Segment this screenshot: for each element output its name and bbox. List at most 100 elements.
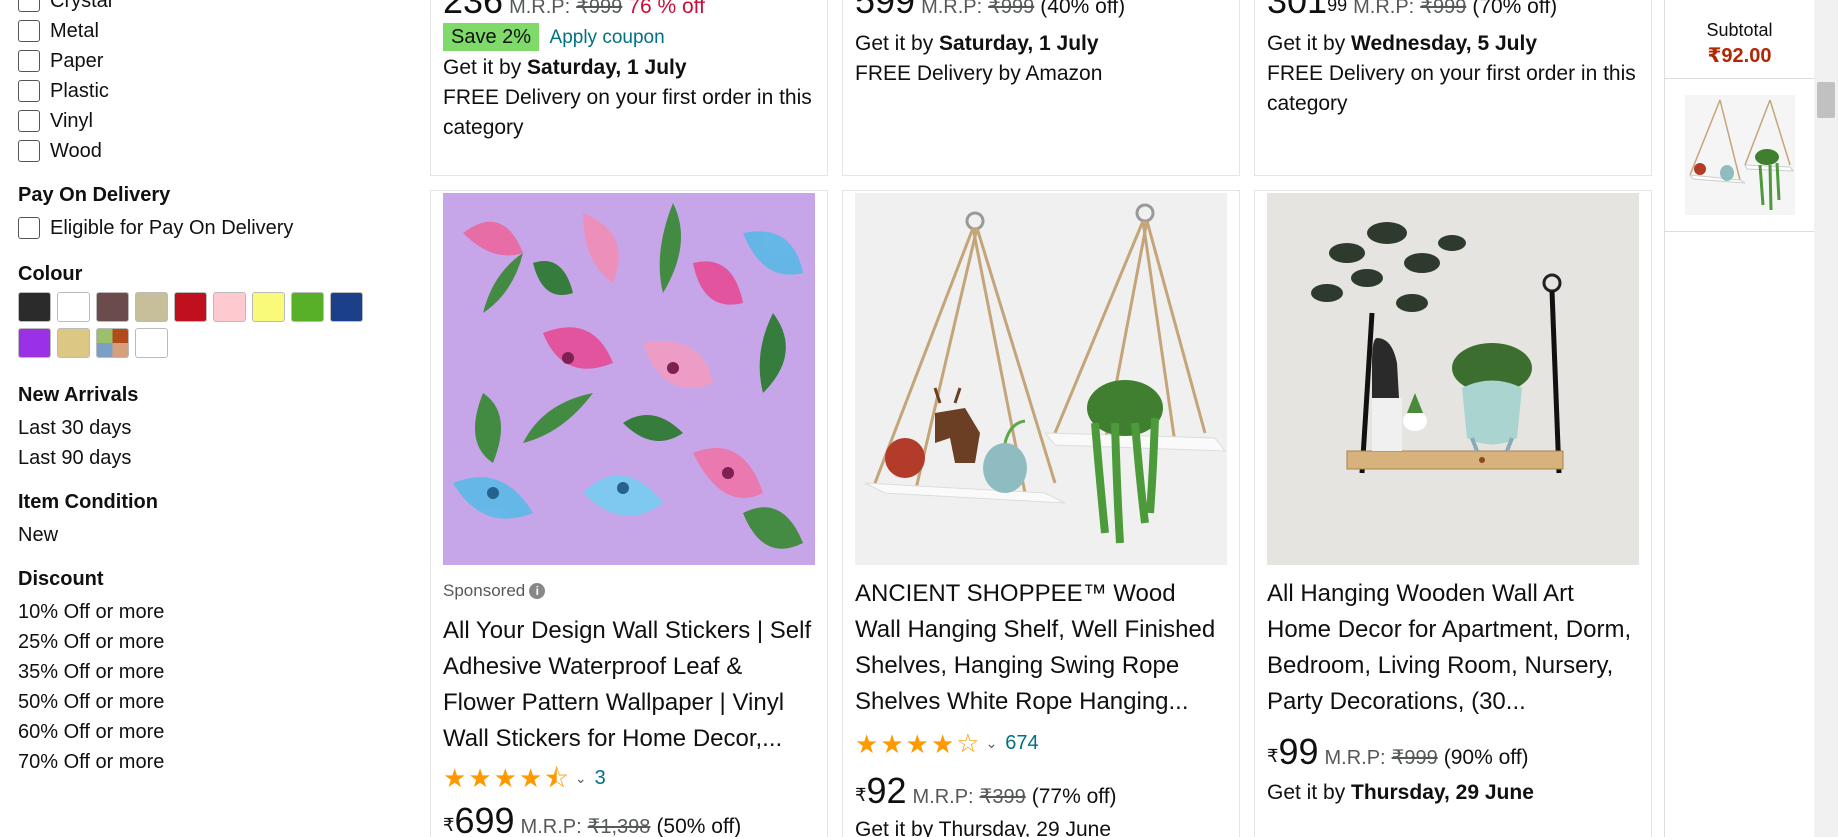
hanging-shelf-image — [855, 193, 1227, 565]
discount-heading: Discount — [18, 568, 104, 590]
filter-label: Plastic — [50, 79, 109, 102]
checkbox[interactable] — [18, 80, 40, 102]
sponsored-text: Sponsored — [443, 581, 526, 600]
subtotal-label: Subtotal — [1706, 20, 1773, 40]
product-image[interactable] — [1267, 193, 1639, 565]
divider — [1665, 78, 1814, 79]
colour-swatch[interactable] — [174, 292, 207, 322]
filter-material-plastic[interactable]: Plastic — [18, 76, 398, 106]
chevron-down-icon[interactable]: ⌄ — [986, 735, 998, 752]
filter-label: Vinyl — [50, 109, 93, 132]
star-full-icon: ★ — [518, 763, 543, 793]
filter-discount-25[interactable]: 25% Off or more — [18, 627, 398, 657]
rating-row[interactable]: ★ ★ ★ ★ ☆ ⌄ 674 — [855, 728, 1227, 759]
delivery-info: Get it by Saturday, 1 July — [443, 53, 815, 83]
checkbox[interactable] — [18, 0, 40, 12]
mrp-value: ₹999 — [1391, 747, 1438, 769]
product-title-link[interactable]: All Your Design Wall Stickers | Self Adh… — [443, 613, 815, 757]
scroll-thumb[interactable] — [1817, 82, 1835, 118]
filter-discount-35[interactable]: 35% Off or more — [18, 657, 398, 687]
colour-swatch[interactable] — [252, 292, 285, 322]
filter-material-wood[interactable]: Wood — [18, 136, 398, 166]
colour-swatch[interactable] — [57, 328, 90, 358]
filter-material-vinyl[interactable]: Vinyl — [18, 106, 398, 136]
star-full-icon: ★ — [443, 763, 467, 793]
filter-last-90-days[interactable]: Last 90 days — [18, 443, 398, 473]
rating-count[interactable]: 3 — [595, 767, 606, 790]
rating-row[interactable]: ★ ★ ★ ★ ⯪ ⌄ 3 — [443, 765, 815, 791]
discount-percent: (50% off) — [656, 815, 742, 837]
cart-item-image[interactable] — [1684, 95, 1795, 215]
filter-discount-60[interactable]: 60% Off or more — [18, 717, 398, 747]
colour-swatch[interactable] — [213, 292, 246, 322]
colour-swatch[interactable] — [135, 328, 168, 358]
filter-discount-10[interactable]: 10% Off or more — [18, 597, 398, 627]
info-icon[interactable]: i — [529, 583, 546, 599]
colour-swatch[interactable] — [291, 292, 324, 322]
star-full-icon: ★ — [905, 728, 929, 759]
checkbox[interactable] — [18, 20, 40, 42]
product-card: 30199 M.R.P: ₹999 (70% off) Get it by We… — [1254, 0, 1652, 176]
colour-swatch[interactable] — [330, 292, 363, 322]
filter-material-metal[interactable]: Metal — [18, 16, 398, 46]
mrp-label: M.R.P: — [1324, 747, 1386, 769]
filter-material-paper[interactable]: Paper — [18, 46, 398, 76]
price: ₹99 — [1267, 732, 1319, 772]
colour-swatch[interactable] — [96, 328, 129, 358]
checkbox[interactable] — [18, 110, 40, 132]
product-image[interactable] — [855, 193, 1227, 565]
new-arrivals-heading: New Arrivals — [18, 384, 139, 406]
delivery-prefix: Get it by — [1267, 32, 1352, 55]
discount-percent: 76 % off — [628, 0, 705, 18]
checkbox[interactable] — [18, 140, 40, 162]
checkbox[interactable] — [18, 217, 40, 239]
mrp-label: M.R.P: — [1353, 0, 1415, 18]
cart-panel: Subtotal ₹92.00 — [1664, 0, 1814, 837]
star-full-icon: ★ — [468, 763, 492, 793]
currency: ₹ — [1267, 746, 1279, 766]
mrp-label: M.R.P: — [921, 0, 983, 18]
filter-discount-50[interactable]: 50% Off or more — [18, 687, 398, 717]
product-image[interactable] — [443, 193, 815, 565]
filter-material-crystal[interactable]: Crystal — [18, 0, 398, 16]
product-title-link[interactable]: ANCIENT SHOPPEE™ Wood Wall Hanging Shelf… — [855, 576, 1227, 720]
filter-last-30-days[interactable]: Last 30 days — [18, 413, 398, 443]
colour-swatch[interactable] — [135, 292, 168, 322]
chevron-down-icon[interactable]: ⌄ — [575, 770, 587, 787]
delivery-prefix: Get it by — [855, 32, 940, 55]
filter-label: Eligible for Pay On Delivery — [50, 216, 294, 239]
colour-swatch[interactable] — [96, 292, 129, 322]
colour-swatch[interactable] — [18, 328, 51, 358]
discount-percent: (40% off) — [1040, 0, 1126, 18]
filter-pay-on-delivery[interactable]: Eligible for Pay On Delivery — [18, 213, 398, 243]
star-full-icon: ★ — [855, 728, 879, 759]
discount-percent: (77% off) — [1031, 785, 1117, 808]
save-badge: Save 2% — [443, 23, 540, 51]
page-scrollbar[interactable] — [1814, 0, 1838, 837]
colour-swatch[interactable] — [57, 292, 90, 322]
subtotal-value: ₹92.00 — [1707, 45, 1772, 67]
filter-discount-70[interactable]: 70% Off or more — [18, 747, 398, 777]
product-card: 599 M.R.P: ₹999 (40% off) Get it by Satu… — [842, 0, 1240, 176]
delivery-info: Get it by Thursday, 29 June — [855, 818, 1112, 837]
filter-condition-new[interactable]: New — [18, 520, 398, 550]
product-title-link[interactable]: All Hanging Wooden Wall Art Home Decor f… — [1267, 576, 1639, 720]
price-value: 699 — [454, 800, 515, 837]
currency: ₹ — [855, 785, 867, 805]
delivery-date: Saturday, 1 July — [527, 56, 687, 79]
price: 236 — [443, 0, 504, 21]
checkbox[interactable] — [18, 50, 40, 72]
star-full-icon: ★ — [493, 763, 517, 793]
rating-count[interactable]: 674 — [1005, 732, 1038, 755]
free-delivery-text: FREE Delivery on your first order in thi… — [443, 86, 812, 139]
apply-coupon-link[interactable]: Apply coupon — [550, 27, 665, 48]
product-card: ANCIENT SHOPPEE™ Wood Wall Hanging Shelf… — [842, 190, 1240, 837]
star-full-icon: ★ — [930, 728, 955, 759]
price-value: 92 — [866, 770, 907, 811]
mrp-label: M.R.P: — [912, 786, 974, 808]
price: 599 — [855, 0, 916, 21]
colour-swatch[interactable] — [18, 292, 51, 322]
delivery-info: Get it by Thursday, 29 June — [1267, 778, 1639, 808]
star-full-icon: ★ — [880, 728, 904, 759]
pay-on-delivery-heading: Pay On Delivery — [18, 184, 171, 206]
